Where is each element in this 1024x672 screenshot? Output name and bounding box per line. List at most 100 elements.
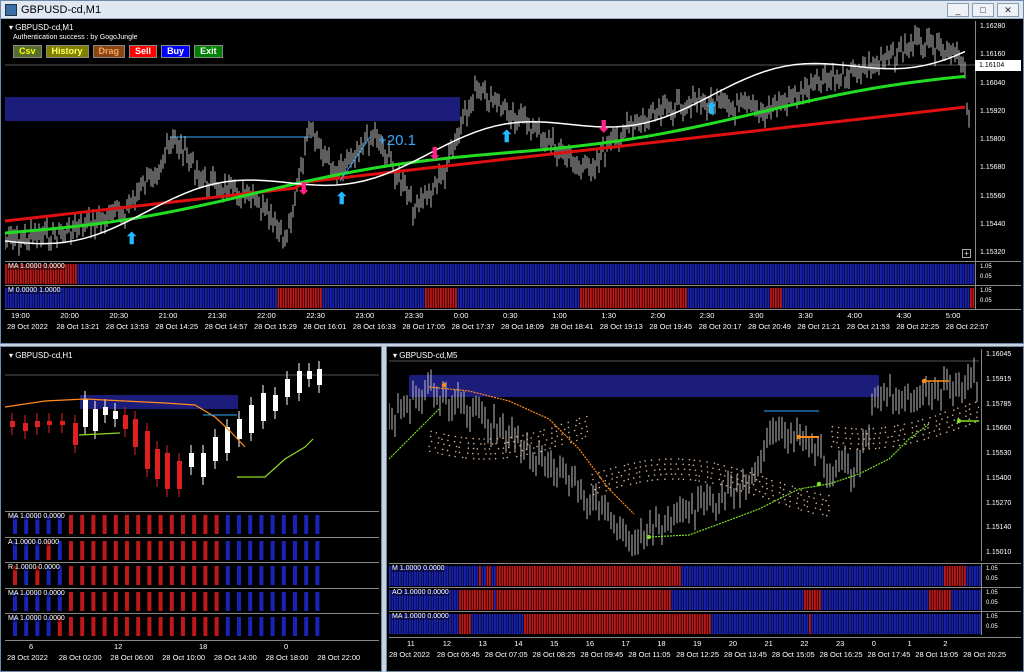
time-tick: 2	[943, 639, 948, 648]
price-tick: 1.15320	[980, 249, 1006, 256]
m1-sub1-scale: 1.05 0.05	[975, 262, 1021, 285]
h1-chart-window[interactable]: ▾ GBPUSD-cd,H1 MA 1.0000 0.0000 A 1.0000 …	[0, 346, 382, 672]
time-tick: 28 Oct 19:13	[599, 322, 643, 331]
time-tick: 20	[728, 639, 738, 648]
time-tick: 28 Oct 17:45	[867, 650, 911, 659]
m1-sub-indicator-1[interactable]: MA 1.0000 0.0000 1.05 0.05	[5, 261, 1021, 285]
trade-button-drag[interactable]: Drag	[92, 45, 126, 58]
time-tick: 0:00	[453, 311, 469, 320]
close-icon[interactable]: ✕	[997, 3, 1019, 17]
zoom-plus-icon[interactable]: +	[962, 249, 971, 258]
time-tick: 28 Oct 07:05	[484, 650, 528, 659]
trade-button-exit[interactable]: Exit	[194, 45, 223, 58]
m5-sub-bars	[389, 566, 981, 586]
time-tick: 28 Oct 12:25	[676, 650, 720, 659]
m1-time-axis-bottom: 28 Oct 2022 28 Oct 13:21 28 Oct 13:53 28 Oc…	[5, 321, 1021, 341]
time-tick: 28 Oct 08:25	[532, 650, 576, 659]
m5-price-chart[interactable]: ▾ GBPUSD-cd,M5 1.16045 1.15915 1.15785 1.15…	[389, 349, 1021, 561]
scale-lo: 0.05	[980, 274, 992, 280]
h1-sub-indicator-3[interactable]: R 1.0000 0.0000	[5, 562, 379, 587]
h1-time-axis-bottom: 28 Oct 2022 28 Oct 02:00 28 Oct 06:00 28 Oc…	[5, 652, 379, 670]
m5-sub-indicator-1[interactable]: M 1.0000 0.0000 1.05 0.05	[389, 563, 1021, 587]
time-tick: 19	[693, 639, 702, 648]
time-tick: 3:00	[749, 311, 764, 320]
price-tick: 1.15530	[986, 450, 1012, 457]
m5-sub-label: M 1.0000 0.0000	[392, 565, 445, 572]
time-tick: 28 Oct 02:00	[58, 653, 102, 662]
auth-status-text: Authentication success : by GogoJungle	[13, 34, 138, 41]
m1-price-scale[interactable]: 1.16280 1.16160 1.16040 1.15920 1.15800 1.156…	[975, 21, 1021, 261]
time-tick: 4:00	[847, 311, 862, 320]
scale-lo: 0.05	[980, 298, 992, 304]
time-tick: 28 Oct 11:05	[628, 650, 671, 659]
trade-button-history[interactable]: History	[45, 45, 89, 58]
m5-sub-bars	[389, 614, 981, 634]
h1-sub-bars	[13, 540, 320, 560]
m1-price-chart[interactable]: ⬆ ⬆ ⬆ ⬆ ⬇ ⬇ ⬇ +20.1 ▾ GBPUSD-cd,M1 Authenticati…	[5, 21, 1021, 261]
time-tick: 13	[478, 639, 487, 648]
time-tick: 23:30	[404, 311, 424, 320]
price-tick: 1.15915	[986, 375, 1012, 383]
time-tick: 28 Oct 14:25	[155, 322, 199, 331]
h1-price-chart[interactable]: ▾ GBPUSD-cd,H1	[5, 349, 379, 509]
time-tick: 28 Oct 22:25	[896, 322, 940, 331]
time-tick: 28 Oct 06:00	[110, 653, 154, 662]
time-tick: 1:30	[601, 311, 616, 320]
time-tick: 19:00	[11, 311, 30, 320]
trade-button-csv[interactable]: Csv	[13, 45, 42, 58]
main-title-bar[interactable]: GBPUSD-cd,M1 _ □ ✕	[1, 1, 1023, 19]
time-tick: 28 Oct 13:45	[723, 650, 767, 659]
price-tick: 1.15680	[980, 164, 1006, 172]
time-tick: 15	[550, 639, 559, 648]
time-tick: 28 Oct 15:05	[771, 650, 815, 659]
minimize-icon[interactable]: _	[947, 3, 969, 17]
time-tick: 28 Oct 21:21	[797, 322, 841, 331]
main-window-title: GBPUSD-cd,M1	[21, 4, 102, 16]
h1-sub-label: A 1.0000 0.0000	[8, 538, 59, 546]
time-tick: 21	[764, 639, 773, 648]
time-tick: 1:00	[552, 311, 567, 320]
time-tick: 28 Oct 13:53	[105, 322, 149, 331]
m5-chart-window[interactable]: ▾ GBPUSD-cd,M5 1.16045 1.15915 1.15785 1.15…	[386, 346, 1024, 672]
m5-sub-indicator-2[interactable]: AO 1.0000 0.0000 1.05 0.05	[389, 587, 1021, 611]
trade-button-sell[interactable]: Sell	[129, 45, 158, 58]
m5-sub-indicator-3[interactable]: MA 1.0000 0.0000 1.05 0.05	[389, 611, 1021, 635]
maximize-icon[interactable]: □	[972, 3, 994, 17]
time-tick: 28 Oct 14:00	[213, 653, 257, 662]
time-tick: 4:30	[896, 311, 912, 320]
m5-price-scale[interactable]: 1.16045 1.15915 1.15785 1.15660 1.15530 1.154…	[981, 349, 1021, 561]
time-tick: 28 Oct 2022	[7, 322, 48, 331]
main-chart-window[interactable]: GBPUSD-cd,M1 _ □ ✕ ⬆ ⬆ ⬆ ⬆ ⬇ ⬇ ⬇ +20.1 ▾ GBPUSD…	[0, 0, 1024, 344]
h1-sub-indicator-5[interactable]: MA 1.0000 0.0000	[5, 613, 379, 638]
time-tick: 28 Oct 20:17	[698, 322, 742, 331]
m1-sub-indicator-2[interactable]: M 0.0000 1.0000 1.05 0.05	[5, 285, 1021, 309]
time-tick: 23:00	[355, 311, 375, 320]
time-tick: 28 Oct 22:57	[945, 322, 989, 331]
trade-button-buy[interactable]: Buy	[161, 45, 191, 58]
price-tick: 1.15010	[986, 549, 1012, 556]
time-tick: 20:00	[60, 311, 79, 320]
time-tick: 28 Oct 15:29	[254, 322, 297, 331]
time-tick: 28 Oct 16:33	[352, 322, 396, 331]
time-tick: 28 Oct 21:53	[846, 322, 890, 331]
time-tick: 0:30	[503, 311, 518, 320]
time-tick: 1	[907, 639, 912, 648]
h1-sub-label: MA 1.0000 0.0000	[8, 589, 65, 597]
buy-arrow-icon: ⬆	[125, 231, 138, 248]
time-tick: 28 Oct 19:45	[649, 322, 693, 331]
h1-sub-indicator-1[interactable]: MA 1.0000 0.0000	[5, 511, 379, 536]
time-tick: 5:00	[945, 311, 961, 320]
h1-sub-indicator-2[interactable]: A 1.0000 0.0000	[5, 536, 379, 562]
time-tick: 20:30	[109, 311, 129, 320]
h1-price-plot	[5, 361, 379, 497]
time-tick: 3:30	[798, 311, 813, 320]
price-tick: 1.15270	[986, 499, 1012, 507]
trade-button-row: Csv History Drag Sell Buy Exit	[13, 45, 223, 58]
time-tick: 28 Oct 16:01	[303, 322, 347, 331]
h1-sub-indicator-4[interactable]: MA 1.0000 0.0000	[5, 587, 379, 613]
m1-chart-label: GBPUSD-cd,M1	[15, 23, 74, 32]
h1-time-axis-top: 6 12 18 0	[5, 640, 379, 652]
price-tick: 1.15560	[980, 192, 1006, 200]
time-tick: 28 Oct 22:00	[317, 653, 361, 662]
time-tick: 11	[407, 639, 415, 648]
